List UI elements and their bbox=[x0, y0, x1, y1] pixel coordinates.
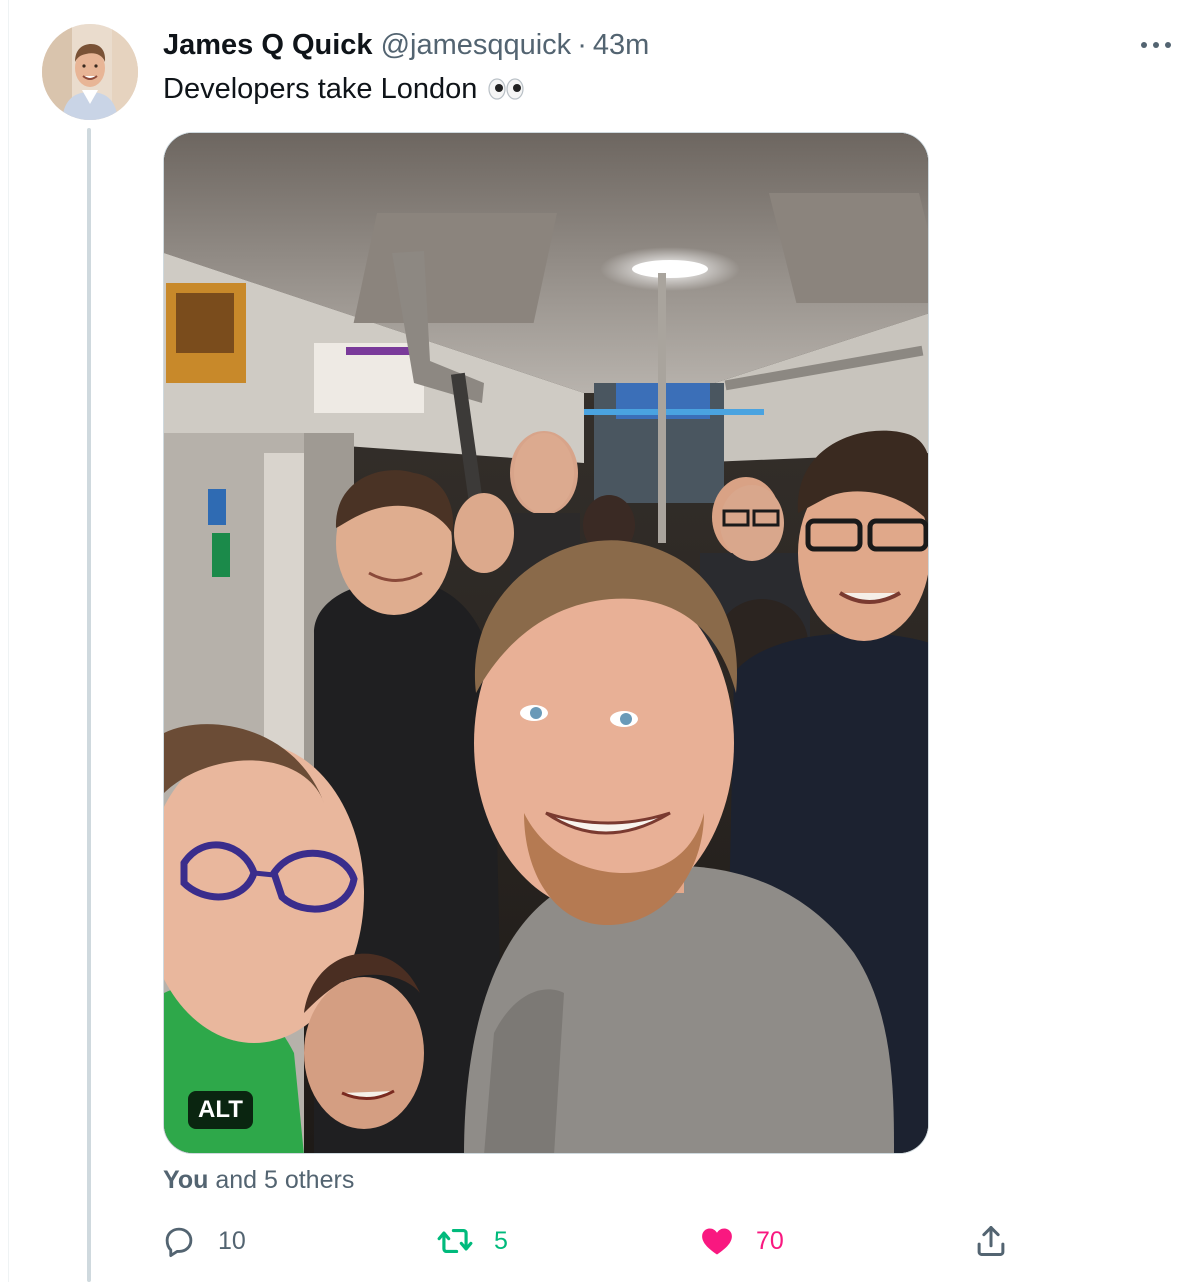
liked-by-you: You bbox=[163, 1166, 209, 1194]
timeline-border bbox=[8, 0, 9, 1282]
eyes-emoji-icon bbox=[487, 77, 525, 101]
reply-count: 10 bbox=[218, 1226, 246, 1255]
share-icon bbox=[977, 1226, 1005, 1256]
more-options-button[interactable] bbox=[1138, 30, 1174, 60]
tweet-photo[interactable]: ALT bbox=[163, 132, 929, 1154]
tweet-timestamp[interactable]: 43m bbox=[593, 28, 649, 62]
tweet-header: James Q Quick @jamesqquick · 43m bbox=[163, 28, 649, 62]
reply-button[interactable]: 10 bbox=[160, 1218, 246, 1264]
author-name[interactable]: James Q Quick bbox=[163, 28, 373, 62]
more-icon bbox=[1141, 42, 1171, 48]
alt-text-badge[interactable]: ALT bbox=[188, 1091, 253, 1129]
liked-by-others: and 5 others bbox=[215, 1166, 355, 1194]
author-handle[interactable]: @jamesqquick bbox=[381, 28, 572, 62]
thread-connector-line bbox=[87, 128, 91, 1282]
share-button[interactable] bbox=[972, 1218, 1010, 1264]
tweet-action-bar: 10 5 70 bbox=[160, 1218, 1020, 1264]
retweet-count: 5 bbox=[494, 1226, 508, 1255]
retweet-button[interactable]: 5 bbox=[436, 1218, 508, 1264]
like-count: 70 bbox=[756, 1226, 784, 1255]
reply-icon bbox=[165, 1227, 193, 1257]
author-avatar[interactable] bbox=[42, 24, 138, 120]
liked-by-summary[interactable]: You and 5 others bbox=[163, 1163, 354, 1197]
tweet-body: Developers take London bbox=[163, 71, 525, 107]
retweet-icon bbox=[437, 1228, 473, 1254]
like-heart-icon bbox=[702, 1228, 732, 1255]
subway-selfie-photo bbox=[164, 133, 928, 1153]
header-separator: · bbox=[577, 29, 587, 61]
tweet-text: Developers take London bbox=[163, 73, 478, 105]
like-button[interactable]: 70 bbox=[698, 1218, 784, 1264]
